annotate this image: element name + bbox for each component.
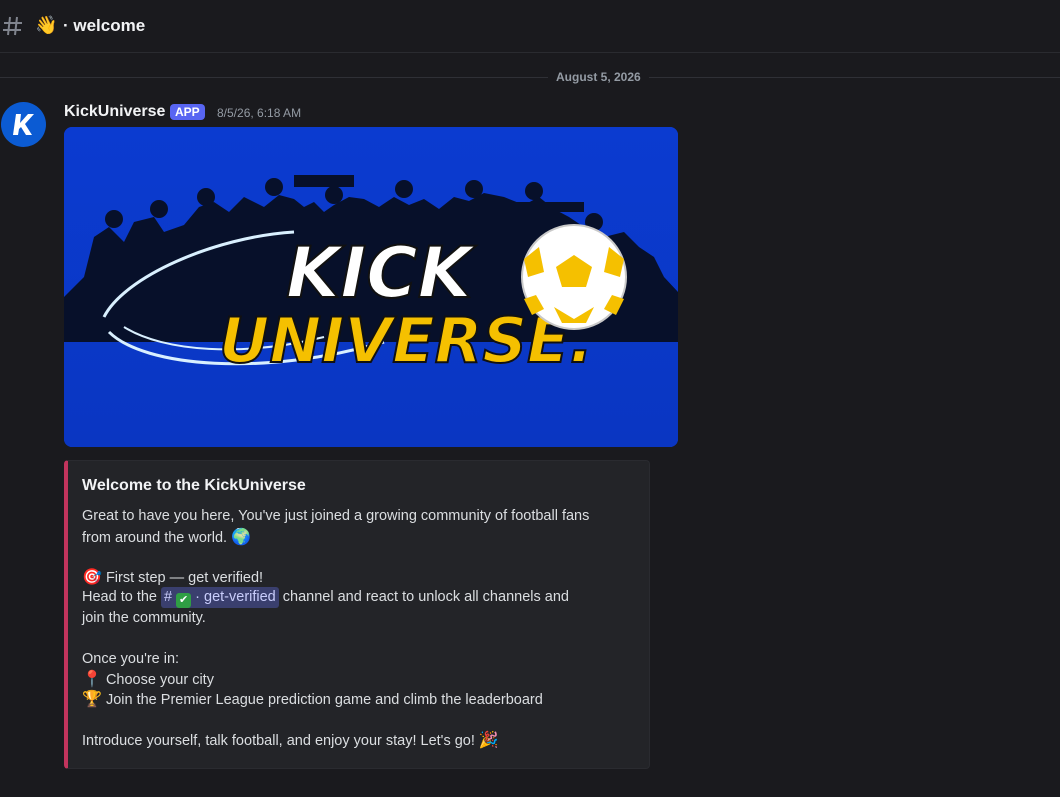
check-mark-icon: ✔: [176, 593, 192, 608]
message-author[interactable]: KickUniverse: [64, 101, 165, 123]
trophy-emoji-icon: 🏆: [82, 689, 102, 708]
banner-title-line1: KICK: [286, 232, 477, 314]
mention-hash-icon: #: [164, 589, 173, 605]
embed-step-line: 🎯 First step — get verified!: [82, 567, 264, 586]
embed-once-in: Once you're in:: [82, 651, 180, 667]
target-emoji-icon: 🎯: [82, 567, 102, 586]
embed-trophy-line: 🏆 Join the Premier League prediction gam…: [82, 689, 543, 708]
hash-icon: [3, 16, 22, 36]
embed-outro-line: Introduce yourself, talk football, and e…: [82, 730, 499, 749]
message-timestamp[interactable]: 8/5/26, 6:18 AM: [217, 104, 301, 122]
avatar[interactable]: [1, 102, 46, 147]
pin-emoji-icon: 📍: [82, 669, 102, 688]
embed-intro-line1: Great to have you here, You've just join…: [82, 508, 590, 524]
embed-title: Welcome to the KickUniverse: [82, 477, 306, 494]
embed-city-line: 📍 Choose your city: [82, 669, 214, 688]
date-divider: [0, 77, 1060, 78]
banner-artwork: KICK UNIVERSE.: [64, 127, 678, 447]
wave-emoji-icon: 👋: [35, 15, 58, 36]
kickuniverse-logo-icon: [13, 114, 34, 135]
globe-emoji-icon: 🌍: [231, 527, 252, 546]
welcome-embed: Welcome to the KickUniverse Great to hav…: [64, 460, 650, 769]
date-divider-label: August 5, 2026: [548, 68, 649, 86]
banner-title-line2: UNIVERSE.: [219, 304, 593, 377]
channel-mention-get-verified[interactable]: # ✔ · get-verified: [161, 587, 279, 608]
embed-head-line2: join the community.: [82, 610, 206, 626]
party-popper-emoji-icon: 🎉: [478, 730, 499, 749]
app-badge: APP: [170, 104, 205, 120]
channel-header: 👋 · welcome: [0, 0, 1060, 53]
channel-name: · welcome: [63, 16, 146, 35]
embed-intro-line2: from around the world. 🌍: [82, 527, 252, 546]
banner-image[interactable]: KICK UNIVERSE.: [64, 127, 678, 447]
football-icon: [521, 224, 627, 330]
embed-head-line: Head to the # ✔ · get-verified channel a…: [82, 587, 569, 608]
